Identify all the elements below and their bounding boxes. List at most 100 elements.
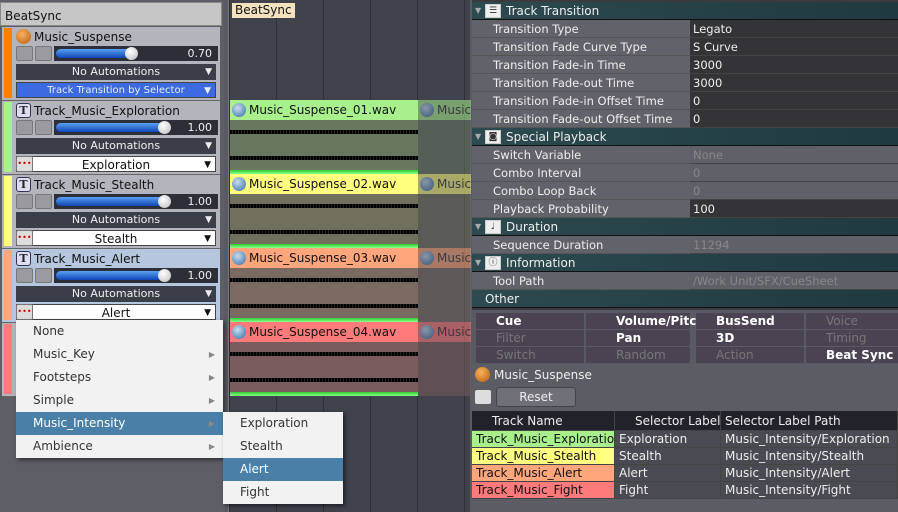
collapse-icon[interactable]: ▼ (475, 218, 481, 236)
envelope-button[interactable] (16, 268, 33, 283)
menu-item[interactable]: None (16, 320, 223, 343)
menu-item[interactable]: Ambience ▶ (16, 435, 223, 458)
property-row[interactable]: Combo Loop Back 0 (472, 182, 898, 200)
property-row[interactable]: Transition Fade-in Offset Time 0 (472, 92, 898, 110)
automation-dropdown[interactable]: No Automations ▼ (16, 64, 216, 80)
waveform-clip[interactable]: Music_Suspense_03.wav (230, 248, 418, 322)
submenu-item[interactable]: Alert (223, 458, 343, 481)
volume-slider[interactable]: 1.00 (54, 268, 218, 283)
property-value[interactable]: 0 (690, 92, 898, 110)
cell-selector-label[interactable]: Stealth (615, 448, 721, 465)
envelope-button[interactable] (16, 194, 33, 209)
cell-selector-label[interactable]: Fight (615, 482, 721, 499)
menu-item[interactable]: Music_Key ▶ (16, 343, 223, 366)
table-row[interactable]: Track_Music_Alert Alert Music_Intensity/Al… (472, 465, 898, 482)
automation-dropdown[interactable]: No Automations ▼ (16, 286, 216, 302)
section-information[interactable]: ▼ ⓘ Information (472, 254, 898, 272)
tab-timing[interactable]: Timing (806, 330, 898, 346)
transition-type-dropdown[interactable]: Track Transition by Selector ▼ (16, 82, 216, 98)
submenu-item[interactable]: Fight (223, 481, 343, 504)
tab-beat-sync[interactable]: Beat Sync (806, 347, 898, 363)
tab-3d-positioning[interactable]: 3D Positioning (696, 330, 804, 361)
selector-label-dropdown[interactable]: Exploration ▼ (16, 156, 216, 172)
track-color-bar (4, 324, 12, 394)
table-row[interactable]: Track_Music_Fight Fight Music_Intensity/Fi… (472, 482, 898, 499)
reset-button[interactable]: Reset (496, 387, 576, 407)
section-special_playback[interactable]: ▼ ◙ Special Playback (472, 128, 898, 146)
slider-knob[interactable] (158, 195, 171, 208)
envelope-button[interactable] (16, 120, 33, 135)
col-track-name[interactable]: Track Name (472, 411, 615, 431)
property-row[interactable]: Transition Type Legato (472, 20, 898, 38)
property-row[interactable]: Transition Fade Curve Type S Curve (472, 38, 898, 56)
submenu-item[interactable]: Exploration (223, 412, 343, 435)
volume-slider[interactable]: 0.70 (54, 46, 218, 61)
track-row[interactable]: T Track_Music_Alert 1.00 No Automations ▼ … (2, 249, 220, 323)
tab-pan[interactable]: Pan (586, 330, 690, 346)
selector-label-dropdown[interactable]: Stealth ▼ (16, 230, 216, 246)
waveform-clip[interactable]: Music_Suspense_01.wav (230, 100, 418, 174)
ghost-clip[interactable]: Music_ (418, 322, 471, 396)
property-row[interactable]: Switch Variable None (472, 146, 898, 164)
submenu-item[interactable]: Stealth (223, 435, 343, 458)
property-value[interactable]: 3000 (690, 74, 898, 92)
table-row[interactable]: Track_Music_Stealth Stealth Music_Intensit… (472, 448, 898, 465)
selector-label-dropdown[interactable]: Alert ▼ (16, 304, 216, 320)
property-row[interactable]: Transition Fade-out Offset Time 0 (472, 110, 898, 128)
track-row[interactable]: T Track_Music_Stealth 1.00 No Automations… (2, 175, 220, 249)
automation-dropdown[interactable]: No Automations ▼ (16, 138, 216, 154)
tab-volume-pitch[interactable]: Volume/Pitch (586, 313, 705, 329)
waveform-clip[interactable]: Music_Suspense_04.wav (230, 322, 418, 396)
menu-item[interactable]: Footsteps ▶ (16, 366, 223, 389)
table-row[interactable]: Track_Music_Exploration Exploration Music_… (472, 431, 898, 448)
property-value[interactable]: S Curve (690, 38, 898, 56)
property-value[interactable]: 0 (690, 110, 898, 128)
ghost-clip[interactable]: Music_ (418, 100, 471, 174)
tab-bussend[interactable]: BusSend (696, 313, 804, 329)
section-other[interactable]: Other (472, 290, 898, 308)
mute-button[interactable] (35, 194, 52, 209)
property-value[interactable]: 100 (690, 200, 898, 218)
section-track_transition[interactable]: ▼ ☰ Track Transition (472, 2, 898, 20)
col-selector-label-path[interactable]: Selector Label Path (721, 411, 898, 431)
property-row[interactable]: Sequence Duration 11294 (472, 236, 898, 254)
automation-dropdown[interactable]: No Automations ▼ (16, 212, 216, 228)
ghost-clip[interactable]: Music_ (418, 174, 471, 248)
mute-button[interactable] (35, 46, 52, 61)
collapse-icon[interactable]: ▼ (475, 128, 481, 146)
menu-item[interactable]: Simple ▶ (16, 389, 223, 412)
cell-selector-label[interactable]: Exploration (615, 431, 721, 448)
property-row[interactable]: Tool Path/Work Unit/SFX/CueSheet Folder/… (472, 272, 898, 306)
property-row[interactable]: Transition Fade-in Time 3000 (472, 56, 898, 74)
ghost-clip[interactable]: Music_ (418, 248, 471, 322)
property-row[interactable]: Playback Probability 100 (472, 200, 898, 218)
track-row[interactable]: Music_Suspense 0.70 No Automations ▼ Trac… (2, 27, 220, 101)
collapse-icon[interactable]: ▼ (475, 254, 481, 272)
track-row[interactable]: T Track_Music_Exploration 1.00 No Automat… (2, 101, 220, 175)
tab-random[interactable]: Random (586, 347, 690, 363)
audio-file-icon (420, 103, 434, 117)
tab-switch[interactable]: Switch (476, 347, 584, 363)
volume-slider[interactable]: 1.00 (54, 120, 218, 135)
collapse-icon[interactable]: ▼ (475, 2, 481, 20)
property-row[interactable]: Transition Fade-out Time 3000 (472, 74, 898, 92)
cell-selector-label[interactable]: Alert (615, 465, 721, 482)
property-row[interactable]: Combo Interval 0 (472, 164, 898, 182)
tab-cue[interactable]: Cue (476, 313, 584, 329)
slider-knob[interactable] (158, 121, 171, 134)
tab-voice[interactable]: Voice (806, 313, 898, 329)
tab-action[interactable]: Action (696, 347, 804, 363)
mute-button[interactable] (35, 120, 52, 135)
tab-filter[interactable]: Filter (476, 330, 584, 346)
property-value[interactable]: Legato (690, 20, 898, 38)
section-duration[interactable]: ▼ ♩ Duration (472, 218, 898, 236)
slider-knob[interactable] (125, 47, 138, 60)
slider-knob[interactable] (158, 269, 171, 282)
envelope-button[interactable] (16, 46, 33, 61)
waveform-clip[interactable]: Music_Suspense_02.wav (230, 174, 418, 248)
col-selector-label[interactable]: Selector Label (615, 411, 721, 431)
menu-item[interactable]: Music_Intensity ▶ (16, 412, 223, 435)
property-value[interactable]: 3000 (690, 56, 898, 74)
mute-button[interactable] (35, 268, 52, 283)
volume-slider[interactable]: 1.00 (54, 194, 218, 209)
